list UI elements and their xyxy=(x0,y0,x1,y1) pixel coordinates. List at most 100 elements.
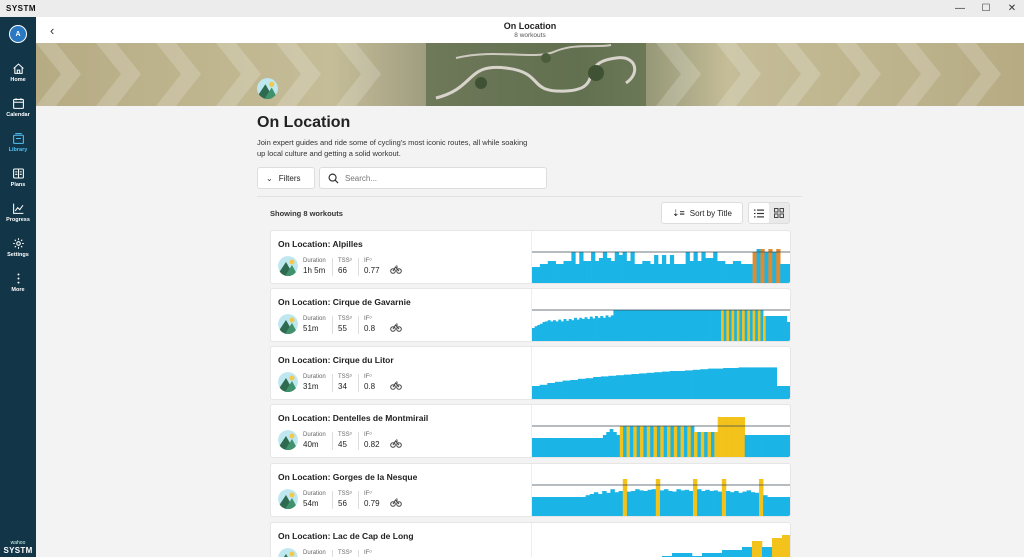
grid-view-button[interactable] xyxy=(769,203,789,223)
profile-bar xyxy=(697,310,701,341)
profile-bar xyxy=(653,426,658,457)
profile-bar xyxy=(532,386,540,399)
profile-bar xyxy=(585,495,591,516)
sidebar-item-settings[interactable]: Settings xyxy=(0,230,36,264)
tss-stat: TSSᵒ 45 xyxy=(338,432,352,449)
stat-divider xyxy=(332,374,333,392)
profile-bar xyxy=(680,426,685,457)
profile-bar xyxy=(613,310,617,341)
profile-bar xyxy=(673,264,679,283)
collection-logo-icon xyxy=(257,78,278,99)
profile-bar xyxy=(784,264,789,283)
profile-bar xyxy=(602,252,608,283)
profile-bar xyxy=(569,438,573,457)
profile-bar xyxy=(636,426,641,457)
profile-bar xyxy=(668,491,673,516)
profile-bar xyxy=(572,438,577,457)
profile-bar xyxy=(650,426,654,457)
profile-bar xyxy=(591,252,596,283)
profile-bar xyxy=(553,320,556,341)
profile-bar xyxy=(712,553,723,557)
profile-bar xyxy=(757,310,761,341)
profile-bar xyxy=(539,384,548,399)
workout-card[interactable]: On Location: Cirque du Litor Duration 31m T… xyxy=(270,346,791,400)
profile-bar xyxy=(681,264,686,283)
profile-bar xyxy=(652,310,656,341)
if-value: 0.77 xyxy=(364,266,380,275)
profile-bar xyxy=(768,435,773,457)
profile-bar xyxy=(744,435,749,457)
profile-bar xyxy=(579,252,584,283)
tss-value: 45 xyxy=(338,440,347,449)
profile-bar xyxy=(697,261,702,283)
duration-stat: Duration 31m xyxy=(303,374,326,391)
sidebar-item-more[interactable]: More xyxy=(0,265,36,299)
profile-bar xyxy=(613,432,617,457)
minimize-button[interactable]: — xyxy=(954,0,966,17)
filters-button[interactable]: ⌄ Filters xyxy=(257,167,315,189)
profile-bar xyxy=(534,326,538,341)
workout-card[interactable]: On Location: Lac de Cap de Long Duration T… xyxy=(270,522,791,557)
profile-bar xyxy=(539,264,545,283)
workout-profile-chart xyxy=(531,405,790,457)
search-box[interactable] xyxy=(319,167,547,189)
profile-bar xyxy=(754,492,760,516)
grid-view-icon xyxy=(774,208,784,218)
profile-bar xyxy=(778,435,783,457)
profile-bar xyxy=(583,261,588,283)
profile-bar xyxy=(744,310,748,341)
close-button[interactable]: ✕ xyxy=(1006,0,1018,17)
workout-card[interactable]: On Location: Dentelles de Montmirail Dura… xyxy=(270,404,791,458)
if-stat: IFᵒ 0.82 xyxy=(364,432,380,449)
profile-bar xyxy=(532,497,537,516)
workout-card[interactable]: On Location: Alpilles Duration 1h 5m TSSᵒ 66… xyxy=(270,230,791,284)
profile-bar xyxy=(605,315,609,341)
stat-divider xyxy=(332,432,333,450)
profile-bar xyxy=(589,316,593,341)
profile-bar xyxy=(609,429,614,457)
tss-label: TSS xyxy=(338,374,350,380)
profile-bar xyxy=(596,438,600,457)
profile-bar xyxy=(738,492,743,516)
profile-bar xyxy=(621,310,625,341)
avatar[interactable]: A xyxy=(9,25,27,43)
info-icon: ᵒ xyxy=(369,432,372,438)
profile-bar xyxy=(639,490,644,516)
list-view-button[interactable] xyxy=(749,203,769,223)
profile-bar xyxy=(742,310,746,341)
profile-bar xyxy=(623,374,632,399)
sidebar-item-calendar[interactable]: Calendar xyxy=(0,90,36,124)
duration-label: Duration xyxy=(303,432,326,438)
sidebar-item-library[interactable]: Library xyxy=(0,125,36,159)
if-stat: IFᵒ 0.77 xyxy=(364,258,380,275)
sidebar-item-plans[interactable]: Plans xyxy=(0,160,36,194)
maximize-button[interactable]: ☐ xyxy=(980,0,992,17)
workout-card[interactable]: On Location: Cirque de Gavarnie Duration 5… xyxy=(270,288,791,342)
profile-bar xyxy=(771,497,776,516)
stat-divider xyxy=(358,550,359,557)
profile-bar xyxy=(690,426,695,457)
profile-bar xyxy=(705,258,710,283)
sidebar-item-progress[interactable]: Progress xyxy=(0,195,36,229)
workout-card[interactable]: On Location: Gorges de la Nesque Duration… xyxy=(270,463,791,517)
sidebar-item-home[interactable]: Home xyxy=(0,55,36,89)
profile-bar xyxy=(606,258,612,283)
profile-bar xyxy=(576,319,580,341)
profile-bar xyxy=(688,491,694,516)
profile-bar xyxy=(616,435,621,457)
profile-bar xyxy=(626,491,632,516)
sort-button[interactable]: ⇣≡ Sort by Title xyxy=(661,202,743,224)
profile-bar xyxy=(734,417,739,457)
profile-bar xyxy=(587,319,591,341)
profile-bar xyxy=(752,310,756,341)
profile-bar xyxy=(555,321,559,341)
profile-bar xyxy=(658,310,661,341)
profile-bar xyxy=(783,497,789,516)
profile-bar xyxy=(683,426,688,457)
stat-divider xyxy=(358,316,359,334)
search-input[interactable] xyxy=(345,173,535,183)
brand-logo: wahoo SYSTM xyxy=(0,540,36,555)
profile-bar xyxy=(763,495,768,516)
if-stat: IFᵒ 0.8 xyxy=(364,316,375,333)
tss-value: 55 xyxy=(338,324,347,333)
